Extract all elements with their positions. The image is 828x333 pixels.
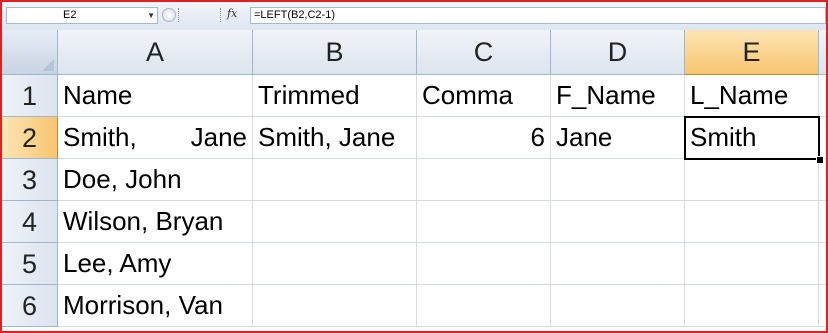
cell-c2[interactable]: 6 [417,117,551,159]
cell-a4[interactable]: Wilson, Bryan [58,201,253,243]
column-header-f-partial[interactable] [819,30,826,75]
spreadsheet-window: E2 ▼ fx =LEFT(B2,C2-1) A B C D E 1 2 3 4… [0,0,828,333]
cell-d6[interactable] [551,285,685,327]
cell-d1[interactable]: F_Name [551,75,685,117]
cell-a2-part-1: Smith, [63,122,137,152]
row-header-6[interactable]: 6 [2,285,58,327]
cell-d5[interactable] [551,243,685,285]
cell-f2[interactable] [819,117,826,159]
formula-input[interactable]: =LEFT(B2,C2-1) [250,7,826,24]
column-header-e[interactable]: E [685,30,819,75]
row-header-2[interactable]: 2 [2,117,58,159]
cell-f6[interactable] [819,285,826,327]
column-header-d[interactable]: D [551,30,685,75]
row-header-3[interactable]: 3 [2,159,58,201]
fill-handle[interactable] [816,156,824,164]
row-header-1[interactable]: 1 [2,75,58,117]
select-all-button[interactable] [2,30,58,75]
cell-c5[interactable] [417,243,551,285]
cell-a5[interactable]: Lee, Amy [58,243,253,285]
cell-c3[interactable] [417,159,551,201]
cell-e6[interactable] [685,285,819,327]
cell-e3[interactable] [685,159,819,201]
cell-a2-part-2: Jane [190,122,247,152]
cell-e4[interactable] [685,201,819,243]
cell-b3[interactable] [253,159,417,201]
cell-e5[interactable] [685,243,819,285]
cell-b4[interactable] [253,201,417,243]
cell-b6[interactable] [253,285,417,327]
separator [220,8,223,22]
cell-f1[interactable] [819,75,826,117]
separator [178,8,181,22]
row-header-5[interactable]: 5 [2,243,58,285]
cell-c6[interactable] [417,285,551,327]
cell-a2[interactable]: Smith, Jane [58,117,253,159]
cell-f5[interactable] [819,243,826,285]
formula-controls: fx [162,7,248,24]
cell-d4[interactable] [551,201,685,243]
column-header-b[interactable]: B [253,30,417,75]
cell-d2[interactable]: Jane [551,117,685,159]
column-header-c[interactable]: C [417,30,551,75]
fx-icon[interactable]: fx [227,7,237,20]
cell-d3[interactable] [551,159,685,201]
cell-a1[interactable]: Name [58,75,253,117]
cell-e2[interactable]: Smith [685,117,819,159]
resize-handle-icon[interactable] [162,8,176,22]
cell-b1[interactable]: Trimmed [253,75,417,117]
column-header-a[interactable]: A [58,30,253,75]
cell-c1[interactable]: Comma [417,75,551,117]
row-header-4[interactable]: 4 [2,201,58,243]
name-box-value: E2 [63,9,77,21]
cell-b2[interactable]: Smith, Jane [253,117,417,159]
cell-a6[interactable]: Morrison, Van [58,285,253,327]
cell-a3[interactable]: Doe, John [58,159,253,201]
cell-c4[interactable] [417,201,551,243]
cell-f3[interactable] [819,159,826,201]
cell-b5[interactable] [253,243,417,285]
chevron-down-icon[interactable]: ▼ [147,8,155,23]
cell-e1[interactable]: L_Name [685,75,819,117]
select-all-icon [42,59,54,71]
name-box[interactable]: E2 ▼ [6,7,158,24]
formula-bar: E2 ▼ fx =LEFT(B2,C2-1) [2,2,826,31]
cell-f4[interactable] [819,201,826,243]
